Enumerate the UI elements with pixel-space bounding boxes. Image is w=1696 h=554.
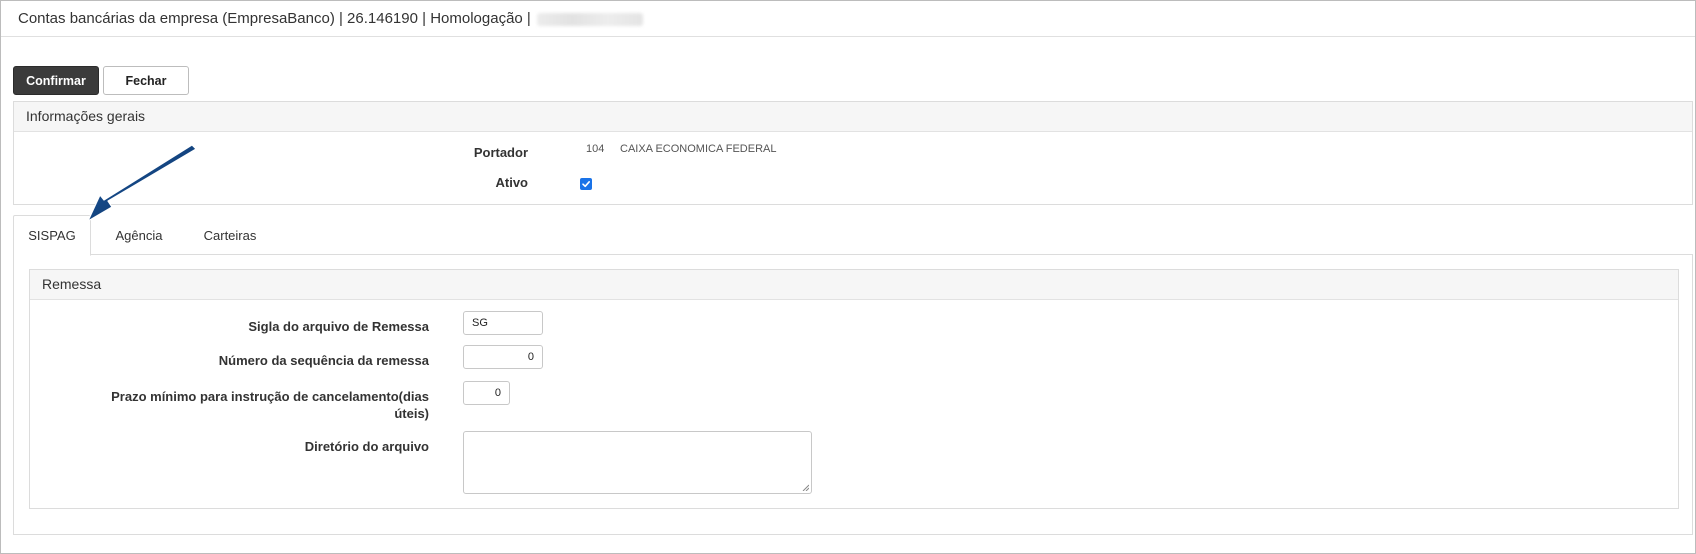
check-icon [582,181,590,188]
portador-name: CAIXA ECONOMICA FEDERAL [620,143,777,155]
general-info-panel: Informações gerais [13,101,1693,205]
ativo-checkbox[interactable] [580,178,592,190]
sigla-input[interactable]: SG [463,311,543,335]
close-button[interactable]: Fechar [103,66,189,95]
resize-grip-icon[interactable] [802,484,809,491]
portador-label: Portador [473,145,528,160]
diretorio-label: Diretório do arquivo [304,439,429,454]
annotation-arrow-icon [87,144,197,222]
sigla-label: Sigla do arquivo de Remessa [248,319,429,334]
remessa-header: Remessa [30,270,1678,300]
sequencia-input[interactable]: 0 [463,345,543,369]
redacted-user [536,12,643,26]
confirm-button[interactable]: Confirmar [13,66,99,95]
tabs-strip: SISPAG Agência Carteiras [13,215,1693,256]
general-info-header: Informações gerais [14,102,1692,132]
portador-code: 104 [586,143,605,155]
prazo-input[interactable]: 0 [463,381,510,405]
prazo-label: Prazo mínimo para instrução de cancelame… [111,388,429,422]
prazo-label-line1: Prazo mínimo para instrução de cancelame… [111,389,429,404]
sequencia-label: Número da sequência da remessa [218,353,429,368]
window-title-text: Contas bancárias da empresa (EmpresaBanc… [18,10,531,27]
window-title: Contas bancárias da empresa (EmpresaBanc… [18,10,643,27]
diretorio-textarea[interactable] [463,431,812,494]
title-bar: Contas bancárias da empresa (EmpresaBanc… [1,1,1695,37]
ativo-label: Ativo [495,175,529,190]
prazo-label-line2: úteis) [394,406,429,421]
